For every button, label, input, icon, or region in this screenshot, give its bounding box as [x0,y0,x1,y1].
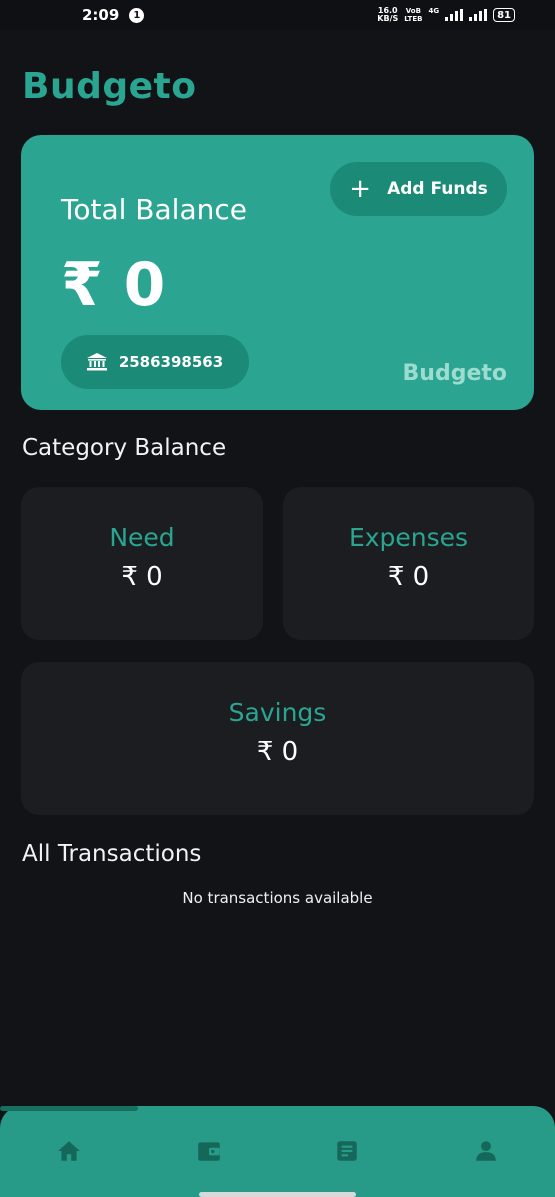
add-funds-button[interactable]: + Add Funds [330,162,507,216]
plus-icon: + [349,174,372,204]
empty-transactions-message: No transactions available [182,889,373,907]
nav-home[interactable] [54,1136,84,1166]
need-label: Need [109,523,175,552]
nav-wallet[interactable] [194,1136,224,1166]
status-right: 16.0 KB/S VoB LTEB 4G 81 [377,7,515,23]
network-speed-unit: KB/S [377,14,399,23]
status-left: 2:09 1 [82,6,145,24]
category-balance-title: Category Balance [22,435,227,461]
need-amount: ₹ 0 [121,562,163,592]
network-type: 4G [428,7,440,15]
savings-label: Savings [228,698,327,727]
account-number-pill[interactable]: 2586398563 [61,335,249,389]
volte-indicator: VoB LTEB [404,7,422,23]
add-funds-label: Add Funds [387,179,488,199]
nav-documents[interactable] [332,1136,362,1166]
expenses-label: Expenses [348,523,469,552]
profile-icon [476,1141,496,1161]
savings-card[interactable]: Savings ₹ 0 [21,662,534,815]
nav-profile[interactable] [471,1136,501,1166]
document-icon [337,1141,357,1161]
balance-card: + Add Funds Total Balance ₹ 0 2586398563… [21,135,534,410]
network-speed: 16.0 KB/S [377,7,398,23]
need-card[interactable]: Need ₹ 0 [21,487,263,640]
clock: 2:09 [82,6,120,24]
notification-badge: 1 [129,7,145,23]
expenses-card[interactable]: Expenses ₹ 0 [283,487,534,640]
app-title: Budgeto [22,66,197,107]
total-balance-label: Total Balance [61,193,247,226]
home-icon [58,1141,80,1161]
all-transactions-title: All Transactions [22,841,202,867]
system-home-bar[interactable] [199,1192,356,1197]
bank-icon [86,353,107,371]
card-brand: Budgeto [402,361,507,386]
status-bar: 2:09 1 16.0 KB/S VoB LTEB 4G 81 [0,0,555,30]
signal-icon-2 [469,9,488,21]
wallet-icon [198,1142,220,1161]
nav-active-indicator [0,1106,138,1111]
expenses-amount: ₹ 0 [387,562,430,592]
account-number: 2586398563 [118,353,224,371]
total-balance-amount: ₹ 0 [61,250,166,320]
signal-icon [445,9,464,21]
savings-amount: ₹ 0 [256,737,299,767]
volte-bottom: LTEB [404,15,423,23]
bottom-nav [0,1106,555,1197]
volte-top: VoB [405,7,421,15]
battery-icon: 81 [493,8,515,22]
